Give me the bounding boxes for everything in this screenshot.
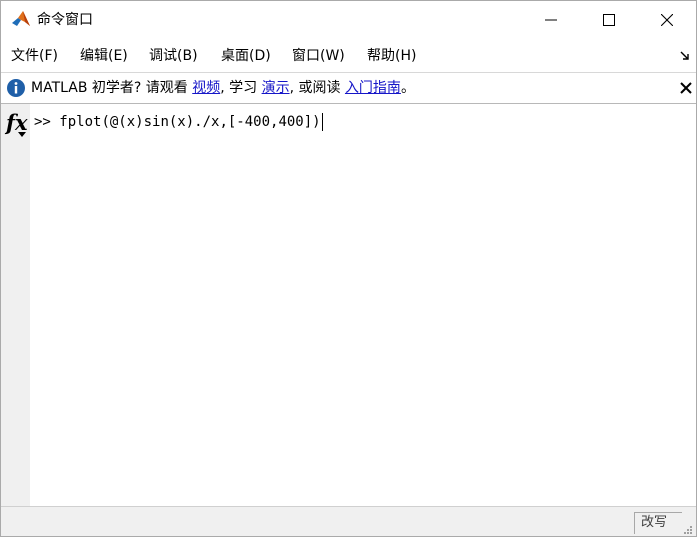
- menu-debug[interactable]: 调试(B): [149, 47, 198, 65]
- command-window: 命令窗口 文件(F) 编辑(E) 调试(B) 桌面(D) 窗口(W) 帮助(H): [0, 0, 697, 537]
- matlab-logo-icon: [12, 11, 30, 26]
- overwrite-mode-indicator: 改写: [634, 512, 682, 534]
- menu-window[interactable]: 窗口(W): [292, 47, 345, 65]
- menu-edit[interactable]: 编辑(E): [80, 47, 128, 65]
- minimize-button[interactable]: [522, 1, 580, 39]
- resize-grip-icon[interactable]: [683, 525, 693, 535]
- menu-bar: 文件(F) 编辑(E) 调试(B) 桌面(D) 窗口(W) 帮助(H): [1, 41, 696, 71]
- function-browser-icon[interactable]: fx: [6, 112, 28, 134]
- status-bar: 改写: [1, 506, 696, 536]
- menu-desktop[interactable]: 桌面(D): [221, 47, 271, 65]
- text-cursor: [321, 113, 323, 131]
- link-getting-started[interactable]: 入门指南: [345, 80, 401, 96]
- chevron-down-icon[interactable]: [18, 132, 26, 137]
- minimize-icon: [545, 19, 557, 21]
- info-suffix: 。: [400, 80, 415, 96]
- close-button[interactable]: [638, 1, 696, 39]
- command-line[interactable]: >> fplot(@(x)sin(x)./x,[-400,400]): [34, 113, 323, 131]
- link-video[interactable]: 视频: [192, 80, 220, 96]
- command-input-area[interactable]: >> fplot(@(x)sin(x)./x,[-400,400]): [30, 104, 696, 506]
- maximize-icon: [603, 14, 615, 26]
- close-infobar-icon[interactable]: [679, 81, 693, 95]
- close-icon: [661, 14, 673, 26]
- window-title: 命令窗口: [37, 12, 93, 28]
- menu-help[interactable]: 帮助(H): [367, 47, 416, 65]
- info-mid1: , 学习: [220, 80, 262, 96]
- info-bar: MATLAB 初学者? 请观看 视频, 学习 演示, 或阅读 入门指南。: [1, 73, 696, 103]
- info-message: MATLAB 初学者? 请观看 视频, 学习 演示, 或阅读 入门指南。: [31, 79, 415, 97]
- menu-file[interactable]: 文件(F): [11, 47, 58, 65]
- info-mid2: , 或阅读: [289, 80, 345, 96]
- info-prefix: MATLAB 初学者? 请观看: [31, 80, 193, 96]
- maximize-button[interactable]: [580, 1, 638, 39]
- function-browser-gutter: fx: [1, 104, 30, 506]
- prompt: >>: [34, 114, 60, 130]
- dock-arrow-icon[interactable]: [679, 50, 691, 62]
- title-bar[interactable]: 命令窗口: [1, 1, 696, 39]
- link-demo[interactable]: 演示: [262, 80, 290, 96]
- info-icon: [7, 79, 25, 97]
- command-text[interactable]: fplot(@(x)sin(x)./x,[-400,400]): [59, 114, 320, 130]
